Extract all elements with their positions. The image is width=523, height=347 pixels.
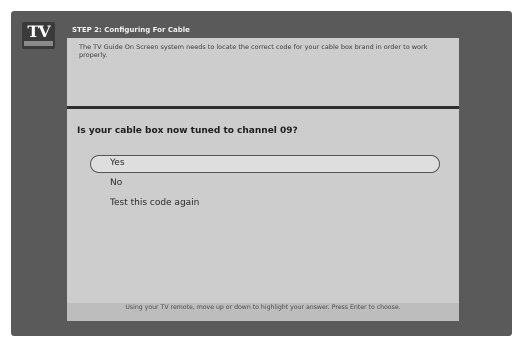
step-title: STEP 2: Configuring For Cable bbox=[72, 26, 190, 34]
question-text: Is your cable box now tuned to channel 0… bbox=[77, 126, 298, 136]
tv-guide-logo: TV bbox=[22, 22, 55, 49]
intro-text: The TV Guide On Screen system needs to l… bbox=[79, 43, 428, 59]
section-divider bbox=[67, 106, 459, 109]
option-yes[interactable]: Yes bbox=[110, 158, 125, 169]
footer-hint: Using your TV remote, move up or down to… bbox=[125, 304, 401, 311]
option-test-again[interactable]: Test this code again bbox=[110, 198, 199, 209]
logo-text: TV bbox=[27, 22, 50, 41]
setup-panel bbox=[67, 38, 459, 321]
selection-highlight[interactable] bbox=[90, 155, 440, 173]
logo-band bbox=[24, 41, 53, 46]
option-no[interactable]: No bbox=[110, 178, 122, 189]
